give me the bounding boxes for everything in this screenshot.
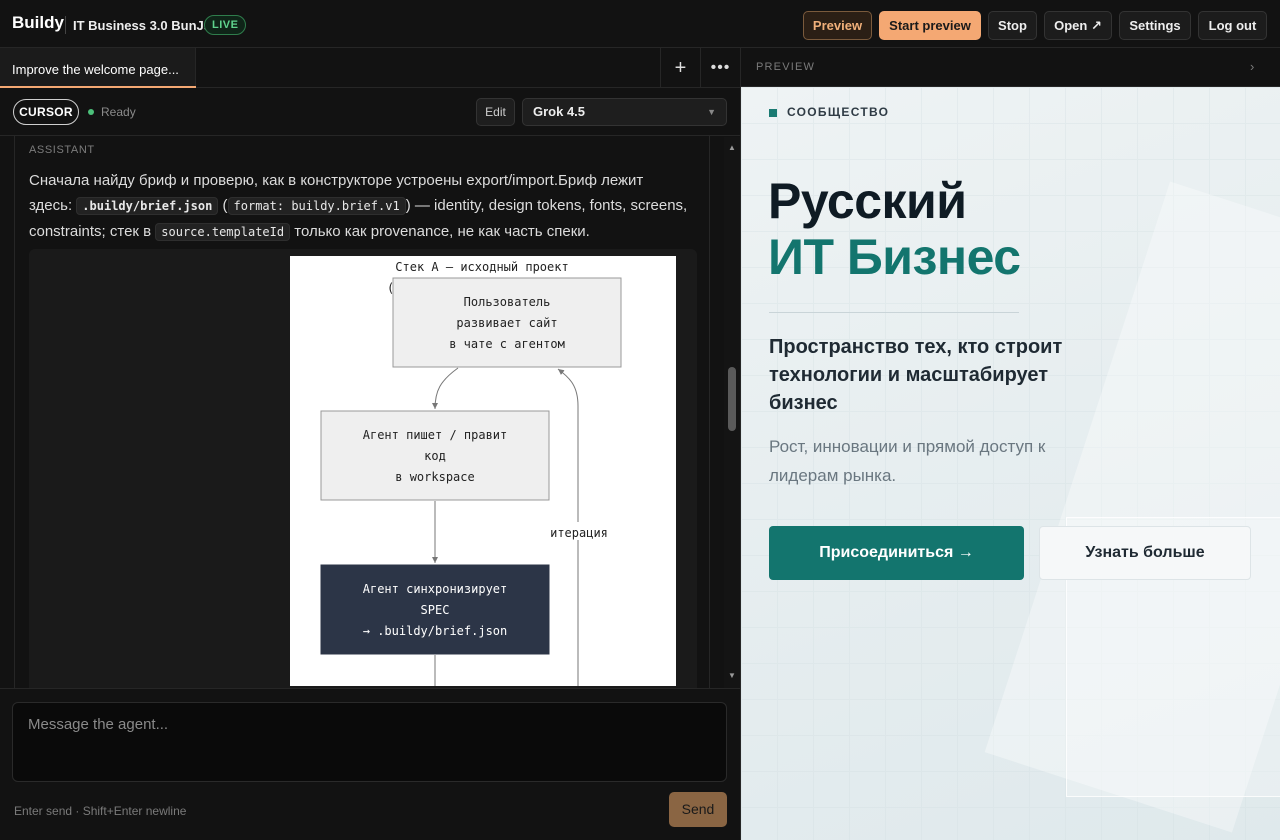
flow-diagram-svg: Стек А — исходный проект ( Пользователь … — [320, 260, 622, 686]
scroll-down-icon[interactable]: ▼ — [728, 671, 736, 680]
hero-lead: Рост, инновации и прямой доступ к лидера… — [769, 437, 1046, 485]
diagram-title: Стек А — исходный проект — [395, 260, 568, 274]
node-agent-code-line: код — [424, 449, 446, 463]
join-button[interactable]: Присоединиться → — [769, 526, 1024, 580]
open-button[interactable]: Open ↗ — [1044, 11, 1112, 40]
hero-title-line1: Русский — [768, 173, 967, 229]
live-badge: LIVE — [204, 15, 247, 35]
add-tab-button[interactable]: + — [660, 48, 700, 88]
hero-divider — [769, 312, 1019, 313]
top-bar: Buildy IT Business 3.0 BunJs LIVE Previe… — [0, 0, 1280, 48]
preview-hero: СООБЩЕСТВО Русский ИТ Бизнес Пространств… — [741, 87, 1280, 840]
message-role: ASSISTANT — [29, 144, 95, 156]
status-dot-icon — [88, 109, 94, 115]
node-agent-code-line: в workspace — [395, 470, 474, 484]
edge-user-to-code — [432, 367, 459, 410]
composer: Message the agent... Enter send · Shift+… — [0, 688, 740, 840]
hero-title-line2: ИТ Бизнес — [768, 229, 1021, 285]
edge-label-iteration: итерация — [550, 526, 608, 540]
chat-scrollbar[interactable]: ▲ ▼ — [724, 137, 740, 688]
send-button[interactable]: Send — [669, 792, 727, 827]
hero-eyebrow: СООБЩЕСТВО — [787, 105, 890, 119]
logout-button[interactable]: Log out — [1198, 11, 1267, 40]
model-select-value: Grok 4.5 — [533, 104, 586, 119]
chat-transcript[interactable]: ASSISTANT Сначала найду бриф и проверю, … — [14, 136, 710, 736]
hero-subheading: Пространство тех, кто строит технологии … — [769, 336, 1063, 414]
start-preview-button[interactable]: Start preview — [879, 11, 981, 40]
scroll-up-icon[interactable]: ▲ — [728, 143, 736, 152]
message-text: ( — [218, 197, 228, 214]
agent-panel: Improve the welcome page... + ••• CURSOR… — [0, 48, 740, 840]
message-text: только как provenance, не как часть спек… — [290, 223, 590, 240]
agent-toolbar: CURSOR Ready Edit Grok 4.5 ▼ — [0, 88, 740, 136]
project-name: IT Business 3.0 BunJs — [73, 18, 211, 33]
divider — [65, 16, 66, 34]
node-agent-sync-line: Агент синхронизирует — [363, 582, 508, 596]
learn-more-button[interactable]: Узнать больше — [1039, 526, 1251, 580]
agent-status: Ready — [101, 105, 136, 119]
preview-label: PREVIEW — [756, 61, 816, 73]
chevron-right-icon[interactable]: › — [1250, 59, 1254, 74]
chevron-down-icon: ▼ — [707, 107, 716, 117]
message-input[interactable]: Message the agent... — [12, 702, 727, 782]
node-user-line: в чате с агентом — [449, 337, 565, 351]
composer-hint: Enter send · Shift+Enter newline — [14, 804, 187, 818]
preview-button[interactable]: Preview — [803, 11, 872, 40]
settings-button[interactable]: Settings — [1119, 11, 1191, 40]
node-user-line: развивает сайт — [456, 316, 557, 330]
preview-header: PREVIEW › — [741, 48, 1280, 87]
stop-button[interactable]: Stop — [988, 11, 1037, 40]
node-agent-sync-line: SPEC — [421, 603, 450, 617]
node-agent-sync-line: → .buildy/brief.json — [363, 624, 508, 638]
node-agent-code-line: Агент пишет / правит — [363, 428, 508, 442]
eyebrow-square-icon — [769, 109, 777, 117]
inline-code: source.templateId — [155, 223, 291, 241]
node-user-line: Пользователь — [464, 295, 551, 309]
more-options-button[interactable]: ••• — [700, 48, 740, 88]
diagram-container: Стек А — исходный проект ( Пользователь … — [29, 249, 697, 736]
agent-mode-pill[interactable]: CURSOR — [13, 99, 79, 125]
app-logo[interactable]: Buildy — [12, 13, 64, 33]
flow-diagram: Стек А — исходный проект ( Пользователь … — [290, 256, 676, 686]
assistant-message: Сначала найду бриф и проверю, как в конс… — [29, 168, 689, 245]
scroll-thumb[interactable] — [728, 367, 736, 431]
tab-active-session[interactable]: Improve the welcome page... — [0, 48, 196, 88]
model-select[interactable]: Grok 4.5 ▼ — [522, 98, 727, 126]
preview-panel: PREVIEW › СООБЩЕСТВО Русский ИТ Бизнес П… — [740, 48, 1280, 840]
edit-button[interactable]: Edit — [476, 98, 515, 126]
inline-code: format: buildy.brief.v1 — [227, 197, 406, 215]
tab-bar: Improve the welcome page... + ••• — [0, 48, 740, 88]
inline-code: .buildy/brief.json — [76, 197, 219, 215]
